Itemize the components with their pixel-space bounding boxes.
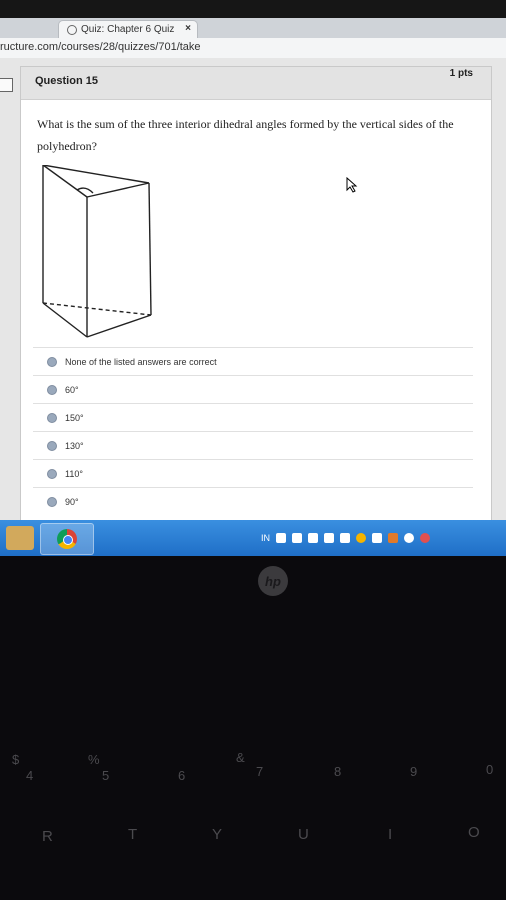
prism-top-front-edge [42,165,150,184]
radio-button[interactable] [47,440,57,451]
keyboard-key: % [88,752,100,767]
tray-app-icon[interactable] [388,533,398,543]
system-tray: IN [261,530,506,546]
tray-app-icon[interactable] [356,533,366,543]
keyboard-key: O [468,824,480,841]
chrome-taskbar-button[interactable] [40,523,94,555]
language-indicator[interactable]: IN [261,533,270,543]
keyboard-key: T [128,826,138,843]
radio-button[interactable] [47,496,57,507]
question-text: What is the sum of the three interior di… [37,117,454,153]
prism-figure [42,165,152,338]
keyboard-key: R [42,828,53,845]
keyboard-key: 7 [256,764,264,779]
browser-tabbar: Quiz: Chapter 6 Quiz × [0,18,506,38]
radio-button[interactable] [47,384,57,395]
answer-label: 150° [65,412,84,423]
browser-tab[interactable]: Quiz: Chapter 6 Quiz × [58,20,198,38]
answer-option[interactable]: 110° [33,459,473,487]
keyboard-key: 0 [486,762,494,777]
flag-question-icon[interactable] [0,78,13,92]
tray-app-icon[interactable] [308,533,318,543]
keyboard-key: U [298,826,309,843]
mouse-cursor-icon [346,177,358,193]
tray-app-icon[interactable] [292,533,302,543]
question-card: Question 15 1 pts What is the sum of the… [20,66,492,528]
loading-icon [67,24,77,35]
radio-button[interactable] [47,356,57,367]
answer-label: 130° [65,440,84,451]
answer-label: 60° [65,384,79,395]
keyboard-key: 6 [178,768,186,783]
tray-app-icon[interactable] [404,533,414,543]
keyboard-key: Y [212,826,223,843]
answer-label: None of the listed answers are correct [65,356,217,367]
prism-vertical-right-edge [148,182,152,316]
chrome-icon [57,529,77,549]
answer-label: 110° [65,468,83,479]
answer-option[interactable]: None of the listed answers are correct [33,347,473,375]
page-content: Question 15 1 pts What is the sum of the… [0,58,506,528]
prism-bottom-right-edge [86,314,152,338]
hp-logo: hp [258,566,288,596]
keyboard-key: 8 [334,764,342,779]
windows-taskbar: IN [0,520,506,556]
prism-top-right-edge [86,182,150,198]
answer-list: None of the listed answers are correct 6… [33,347,473,515]
screen: Quiz: Chapter 6 Quiz × ructure.com/cours… [0,0,506,556]
url-text[interactable]: ructure.com/courses/28/quizzes/701/take [0,41,201,53]
answer-label: 90° [65,496,79,507]
answer-option[interactable]: 150° [33,403,473,431]
answer-option[interactable]: 90° [33,487,473,515]
keyboard: $ 4 % 5 6 & 7 8 9 0 R T Y U I O [0,600,506,900]
file-explorer-icon[interactable] [6,526,34,550]
keyboard-key: $ [12,752,20,767]
keyboard-key: I [388,826,393,843]
keyboard-key: 5 [102,768,110,783]
question-points: 1 pts [449,68,473,79]
tray-app-icon[interactable] [372,533,382,543]
keyboard-key: 9 [410,764,418,779]
tray-app-icon[interactable] [276,533,286,543]
keyboard-key: 4 [26,768,34,783]
address-bar[interactable]: ructure.com/courses/28/quizzes/701/take [0,38,506,59]
tab-title: Quiz: Chapter 6 Quiz [81,24,175,35]
bluetooth-icon[interactable] [340,533,350,543]
radio-button[interactable] [47,468,57,479]
answer-option[interactable]: 60° [33,375,473,403]
question-header: Question 15 1 pts [21,67,491,100]
prism-top-left-edge [42,165,88,198]
tray-app-icon[interactable] [420,533,430,543]
flag-icon[interactable] [324,533,334,543]
radio-button[interactable] [47,412,57,423]
screen-bezel [0,0,506,18]
close-tab-icon[interactable]: × [185,23,191,34]
prism-bottom-left-edge [42,302,88,338]
keyboard-key: & [236,750,245,765]
answer-option[interactable]: 130° [33,431,473,459]
question-title: Question 15 [35,75,98,87]
prism-hidden-edge [42,302,152,316]
